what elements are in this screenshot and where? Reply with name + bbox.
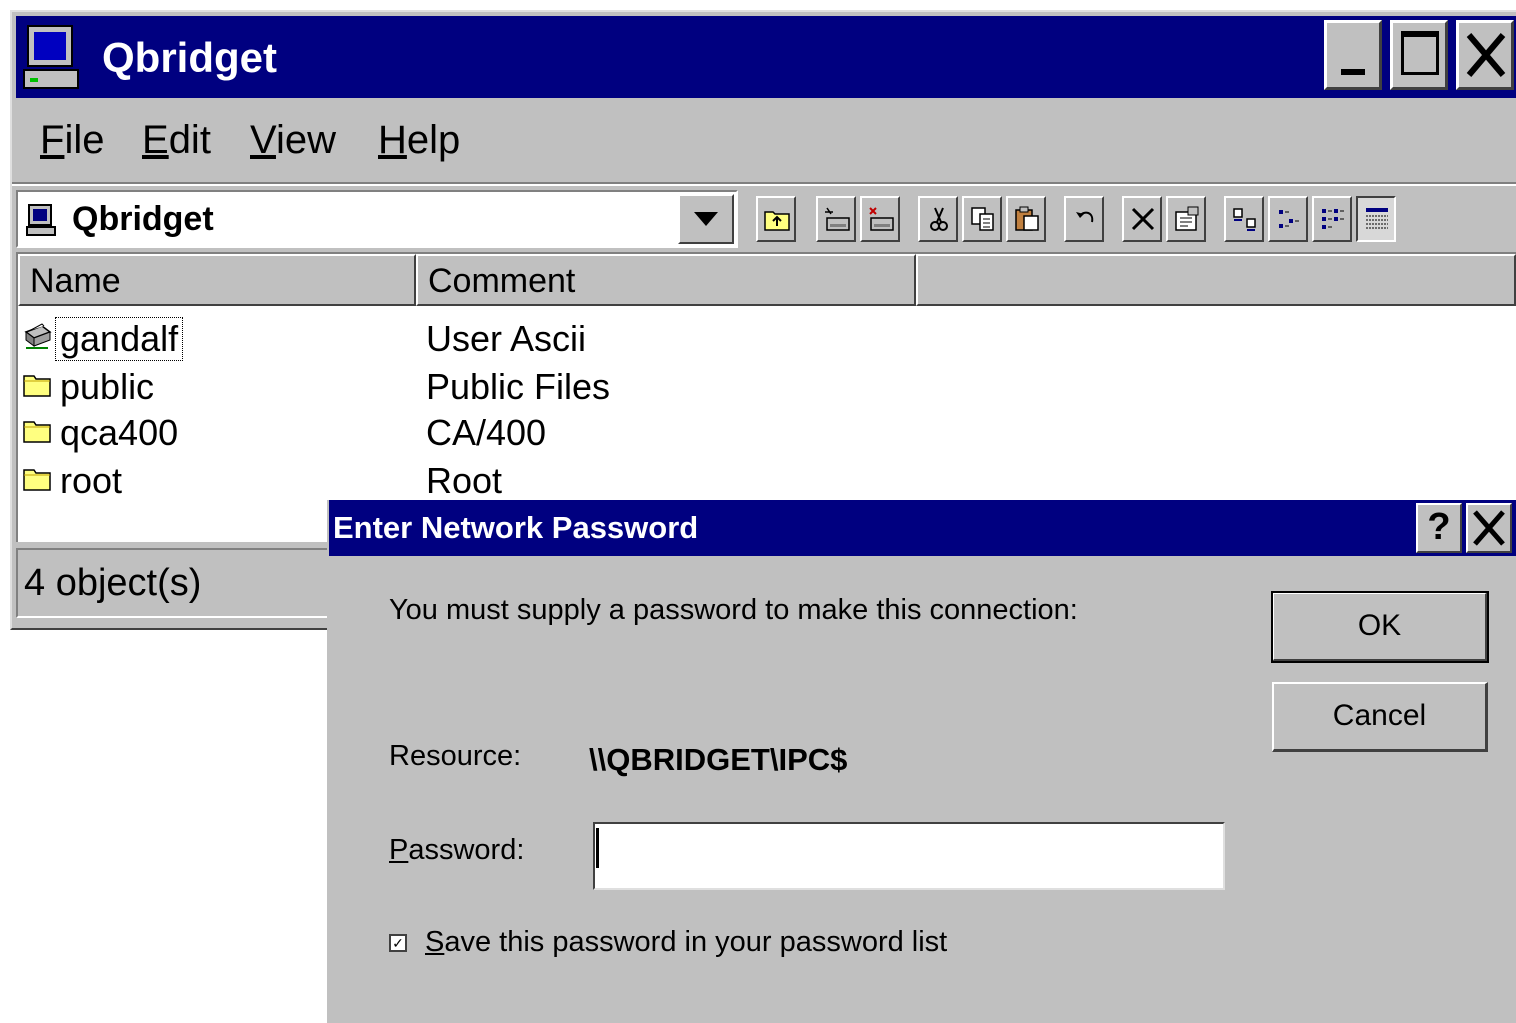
text-caret xyxy=(596,828,599,868)
ok-button[interactable]: OK xyxy=(1271,591,1489,663)
map-network-drive-button[interactable] xyxy=(816,196,856,242)
properties-button[interactable] xyxy=(1166,196,1206,242)
map-drive-icon xyxy=(825,207,850,231)
address-combobox[interactable]: Qbridget xyxy=(16,190,738,248)
folder-icon xyxy=(23,469,51,491)
copy-button[interactable] xyxy=(962,196,1002,242)
folder-up-icon xyxy=(764,211,790,231)
folder-icon xyxy=(23,421,51,443)
cancel-button[interactable]: Cancel xyxy=(1272,682,1488,752)
large-icons-icon xyxy=(1233,208,1256,231)
menu-bar: File Edit View Help xyxy=(16,108,1516,178)
delete-button[interactable] xyxy=(1122,196,1162,242)
close-button[interactable] xyxy=(1456,20,1514,90)
list-row-root[interactable]: root Root xyxy=(18,458,1516,504)
list-item-name: qca400 xyxy=(60,412,179,453)
dialog-message: You must supply a password to make this … xyxy=(389,594,1078,626)
resource-label: Resource: xyxy=(389,740,522,772)
list-row-qca400[interactable]: qca400 CA/400 xyxy=(18,410,1516,456)
paste-icon xyxy=(1015,206,1039,231)
details-view-button[interactable] xyxy=(1356,196,1396,242)
up-one-level-button[interactable] xyxy=(756,196,796,242)
small-icons-icon xyxy=(1279,210,1299,228)
enter-network-password-dialog: Enter Network Password ? You must supply… xyxy=(327,500,1516,1023)
window-titlebar[interactable]: Qbridget xyxy=(16,16,1516,98)
menu-file[interactable]: File xyxy=(40,118,104,163)
save-password-label[interactable]: Save this password in your password list xyxy=(425,926,947,959)
undo-icon xyxy=(1076,211,1094,223)
small-icons-view-button[interactable] xyxy=(1268,196,1308,242)
password-label: Password: xyxy=(389,834,525,866)
large-icons-view-button[interactable] xyxy=(1224,196,1264,242)
resource-value: \\QBRIDGET\IPC$ xyxy=(589,742,848,777)
scissors-icon xyxy=(930,207,948,231)
copy-icon xyxy=(971,207,994,231)
list-item-comment: Root xyxy=(426,460,503,501)
list-item-comment: Public Files xyxy=(426,366,611,407)
save-password-checkbox[interactable]: ✓ xyxy=(389,934,407,952)
list-item-name: root xyxy=(60,460,123,501)
list-row-public[interactable]: public Public Files xyxy=(18,364,1516,410)
computer-icon xyxy=(23,25,79,89)
list-item-comment: User Ascii xyxy=(426,318,587,359)
list-row-gandalf[interactable]: gandalf User Ascii xyxy=(18,316,1516,362)
maximize-button[interactable] xyxy=(1390,20,1448,90)
status-bar: 4 object(s) xyxy=(16,548,356,618)
menu-view[interactable]: View xyxy=(250,118,336,163)
paste-button[interactable] xyxy=(1006,196,1046,242)
help-button[interactable]: ? xyxy=(1416,503,1462,553)
undo-button[interactable] xyxy=(1064,196,1104,242)
disconnect-network-drive-button[interactable] xyxy=(860,196,900,242)
address-dropdown-button[interactable] xyxy=(678,194,734,244)
window-title: Qbridget xyxy=(102,34,277,81)
delete-icon xyxy=(1131,207,1155,231)
help-icon: ? xyxy=(1427,506,1451,548)
list-item-name: gandalf xyxy=(54,317,184,361)
menu-edit[interactable]: Edit xyxy=(142,118,211,163)
disconnect-drive-icon xyxy=(869,207,894,231)
list-icon xyxy=(1322,209,1344,229)
list-view-button[interactable] xyxy=(1312,196,1352,242)
status-object-count: 4 object(s) xyxy=(24,562,202,604)
menu-separator xyxy=(12,182,1516,186)
details-icon xyxy=(1366,208,1388,229)
column-header-comment[interactable]: Comment xyxy=(416,254,916,306)
network-printer-icon xyxy=(24,323,52,349)
cut-button[interactable] xyxy=(918,196,958,242)
address-value: Qbridget xyxy=(72,200,214,238)
dialog-title: Enter Network Password xyxy=(333,510,699,545)
chevron-down-icon xyxy=(694,212,718,226)
password-input[interactable] xyxy=(593,822,1225,890)
close-icon xyxy=(1473,510,1505,546)
properties-icon xyxy=(1175,206,1199,231)
column-header-name[interactable]: Name xyxy=(18,254,416,306)
computer-icon xyxy=(26,204,56,236)
folder-icon xyxy=(23,375,51,397)
dialog-close-button[interactable] xyxy=(1466,503,1512,553)
list-item-name: public xyxy=(60,366,155,407)
column-header-empty[interactable] xyxy=(916,254,1516,306)
close-icon xyxy=(1466,33,1506,77)
file-list[interactable]: Name Comment gandalf User Ascii public P… xyxy=(16,252,1516,542)
minimize-button[interactable] xyxy=(1324,20,1382,90)
dialog-titlebar[interactable]: Enter Network Password ? xyxy=(329,500,1516,556)
list-item-comment: CA/400 xyxy=(426,412,547,453)
menu-help[interactable]: Help xyxy=(378,118,460,163)
